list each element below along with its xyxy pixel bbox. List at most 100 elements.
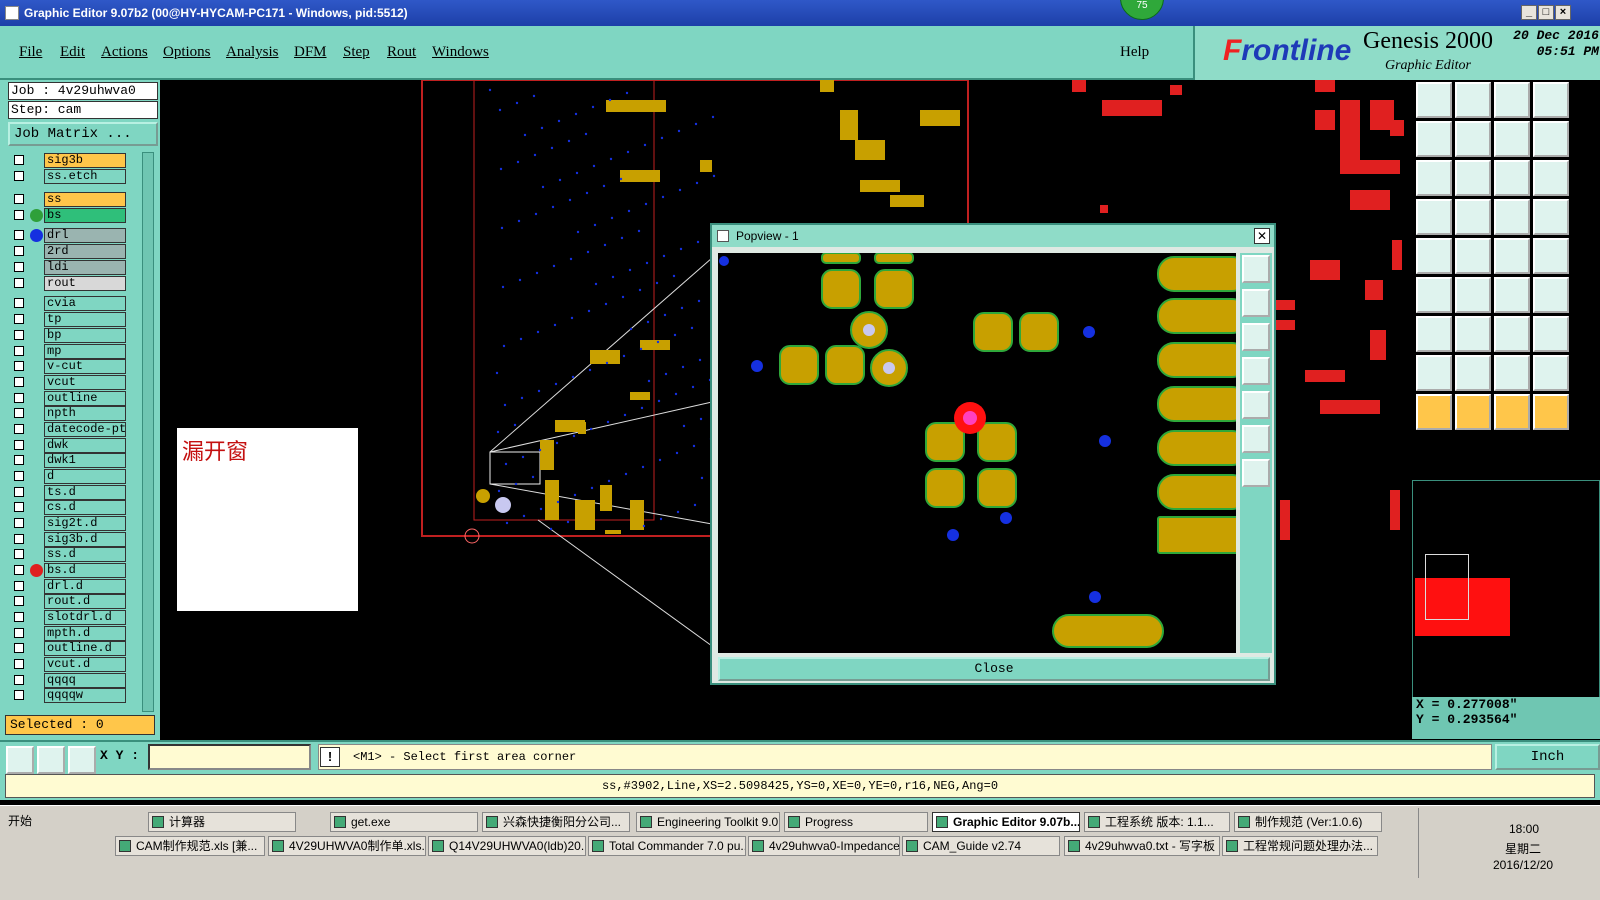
layer-row[interactable]: sig3b (12, 153, 132, 168)
layer-name[interactable]: vcut.d (44, 657, 126, 672)
layer-name[interactable]: 2rd (44, 244, 126, 259)
layer-row[interactable]: 2rd (12, 244, 132, 259)
angle-icon[interactable] (1494, 355, 1530, 391)
pan-right-icon[interactable] (1455, 121, 1491, 157)
taskbar-item[interactable]: get.exe (330, 812, 478, 832)
zoom-fit-icon[interactable] (1416, 160, 1452, 196)
layer-name[interactable]: drl (44, 228, 126, 243)
layer-row[interactable]: ss (12, 192, 132, 207)
layer-row[interactable]: ss.etch (12, 169, 132, 184)
menu-step[interactable]: Step (343, 44, 370, 61)
layer-checkbox[interactable] (14, 393, 24, 403)
taskbar-item[interactable]: Q14V29UHWVA0(ldb)20... (428, 836, 586, 856)
taskbar-item[interactable]: CAM制作规范.xls [兼... (115, 836, 265, 856)
add-line-icon[interactable] (1494, 238, 1530, 274)
layer-name[interactable]: sig3b.d (44, 532, 126, 547)
layer-name[interactable]: qqqqw (44, 688, 126, 703)
layer-name[interactable]: ss.etch (44, 169, 126, 184)
pick-net-icon[interactable] (1455, 394, 1491, 430)
layer-row[interactable]: dwk (12, 438, 132, 453)
copy-icon[interactable] (1494, 277, 1530, 313)
measure-icon[interactable] (1416, 355, 1452, 391)
layer-checkbox[interactable] (14, 565, 24, 575)
route-icon[interactable] (1533, 394, 1569, 430)
view-home-icon[interactable] (1416, 82, 1452, 118)
layer-name[interactable]: slotdrl.d (44, 610, 126, 625)
layer-row[interactable]: drl.d (12, 579, 132, 594)
layer-row[interactable]: bs (12, 208, 132, 223)
view-down-icon[interactable] (1455, 82, 1491, 118)
layer-row[interactable]: ldi (12, 260, 132, 275)
cross-icon[interactable] (1533, 199, 1569, 235)
layer-scrollbar[interactable] (142, 152, 154, 712)
taskbar-item[interactable]: 兴森快捷衡阳分公司... (482, 812, 630, 832)
start-button[interactable]: 开始 (2, 812, 54, 832)
layer-checkbox[interactable] (14, 690, 24, 700)
layer-name[interactable]: ss (44, 192, 126, 207)
layer-row[interactable]: outline.d (12, 641, 132, 656)
close-window-button[interactable]: × (1555, 5, 1571, 20)
layer-checkbox[interactable] (14, 581, 24, 591)
layer-checkbox[interactable] (14, 675, 24, 685)
layer-checkbox[interactable] (14, 194, 24, 204)
layer-checkbox[interactable] (14, 230, 24, 240)
layer-row[interactable]: bp (12, 328, 132, 343)
layer-checkbox[interactable] (14, 659, 24, 669)
layer-checkbox[interactable] (14, 643, 24, 653)
layer-name[interactable]: dwk (44, 438, 126, 453)
layer-name[interactable]: ts.d (44, 485, 126, 500)
minimize-button[interactable]: _ (1521, 5, 1537, 20)
layer-checkbox[interactable] (14, 346, 24, 356)
layer-name[interactable]: vcut (44, 375, 126, 390)
layer-row[interactable]: sig3b.d (12, 532, 132, 547)
cut-icon[interactable] (1455, 316, 1491, 352)
menu-dfm[interactable]: DFM (294, 44, 327, 61)
layer-row[interactable]: vcut (12, 375, 132, 390)
menu-help[interactable]: Help (1120, 44, 1149, 61)
layer-name[interactable]: qqqq (44, 673, 126, 688)
popview-zoom-button[interactable] (1242, 255, 1270, 283)
layer-row[interactable]: ss.d (12, 547, 132, 562)
layer-name[interactable]: v-cut (44, 359, 126, 374)
layer-row[interactable]: rout.d (12, 594, 132, 609)
layer-checkbox[interactable] (14, 377, 24, 387)
layer-checkbox[interactable] (14, 424, 24, 434)
layer-name[interactable]: bs.d (44, 563, 126, 578)
layer-checkbox[interactable] (14, 298, 24, 308)
layer-name[interactable]: ss.d (44, 547, 126, 562)
layer-row[interactable]: drl (12, 228, 132, 243)
move-icon[interactable] (1416, 277, 1452, 313)
select-icon[interactable] (1416, 238, 1452, 274)
layer-row[interactable]: rout (12, 276, 132, 291)
menu-edit[interactable]: Edit (60, 44, 85, 61)
zoom-area-icon[interactable] (1533, 121, 1569, 157)
taskbar-item[interactable]: 工程系统 版本: 1.1... (1084, 812, 1230, 832)
drill-icon[interactable] (1494, 199, 1530, 235)
pan-left-icon[interactable] (1416, 121, 1452, 157)
layer-checkbox[interactable] (14, 361, 24, 371)
layer-name[interactable]: mp (44, 344, 126, 359)
popview-pan-left-button[interactable] (1242, 357, 1270, 385)
layer-name[interactable]: cs.d (44, 500, 126, 515)
layer-checkbox[interactable] (14, 612, 24, 622)
layer-checkbox[interactable] (14, 246, 24, 256)
measure-icon[interactable] (37, 746, 65, 774)
layer-checkbox[interactable] (14, 549, 24, 559)
layers-icon[interactable] (1416, 199, 1452, 235)
popview-pan-right-button[interactable] (1242, 391, 1270, 419)
taskbar-item[interactable]: Graphic Editor 9.07b... (932, 812, 1080, 832)
layer-checkbox[interactable] (14, 171, 24, 181)
layer-row[interactable]: ts.d (12, 485, 132, 500)
layer-row[interactable]: tp (12, 312, 132, 327)
layer-name[interactable]: ldi (44, 260, 126, 275)
layer-row[interactable]: datecode-pt (12, 422, 132, 437)
layer-name[interactable]: d (44, 469, 126, 484)
scale-icon[interactable] (1494, 160, 1530, 196)
popview-close-button[interactable]: Close (718, 657, 1270, 681)
popview-close-icon[interactable]: ✕ (1254, 228, 1270, 244)
menu-analysis[interactable]: Analysis (226, 44, 279, 61)
menu-file[interactable]: File (19, 44, 42, 61)
layer-name[interactable]: drl.d (44, 579, 126, 594)
layer-checkbox[interactable] (14, 278, 24, 288)
arc-icon[interactable] (1455, 355, 1491, 391)
